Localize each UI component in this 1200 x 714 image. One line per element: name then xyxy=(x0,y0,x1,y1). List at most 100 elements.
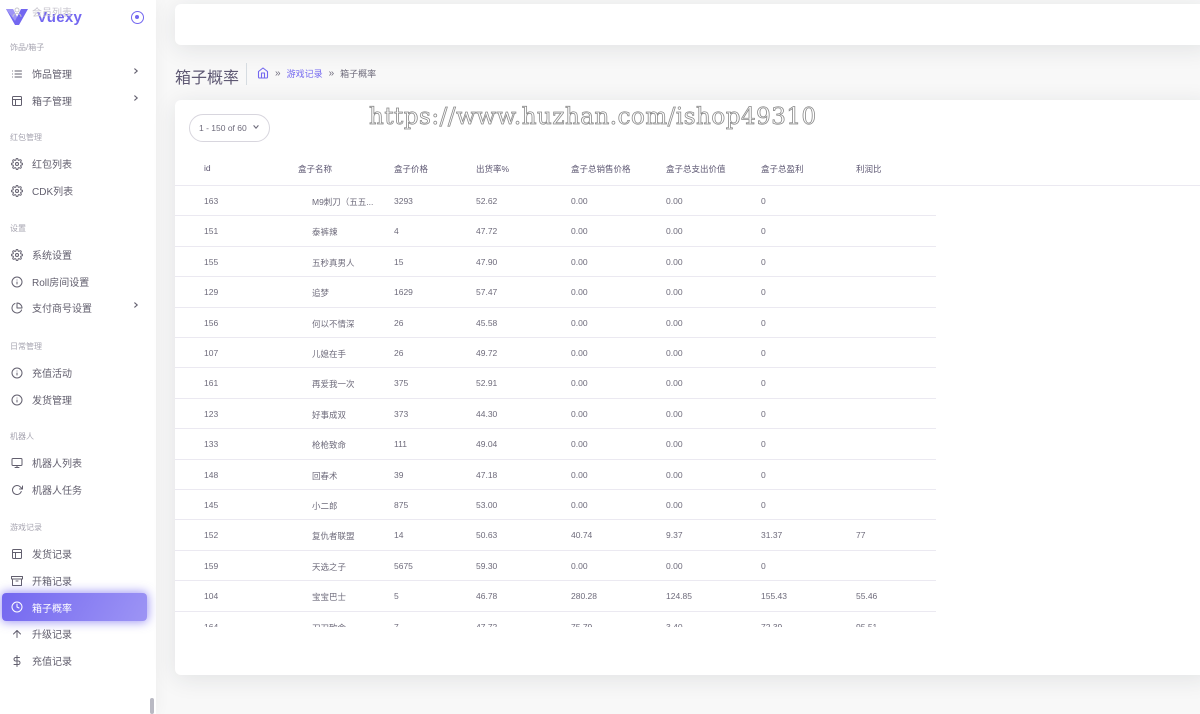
table-cell: 77 xyxy=(856,530,866,541)
table-row[interactable]: 159 天选之子 5675 59.30 0.00 0.00 0 xyxy=(175,551,936,582)
table-cell: 0 xyxy=(761,408,766,419)
info-icon xyxy=(10,275,24,289)
table-row[interactable]: 161 再爱我一次 375 52.91 0.00 0.00 0 xyxy=(175,368,936,399)
title-divider xyxy=(246,63,247,85)
page-title: 箱子概率 xyxy=(175,70,240,87)
info-icon xyxy=(10,366,24,380)
sidebar-item[interactable]: 会员列表 xyxy=(0,0,148,25)
column-header[interactable]: 盒子总盈利 xyxy=(761,163,804,175)
sidebar-item[interactable]: 红包列表 xyxy=(0,150,148,177)
table-cell: 0.00 xyxy=(571,500,588,510)
clock-icon xyxy=(10,600,24,614)
table-cell: 0.00 xyxy=(571,469,588,480)
table-cell: 0.00 xyxy=(666,196,683,206)
dollar-icon xyxy=(10,654,24,668)
table-row[interactable]: 163 M9刺刀（五五... 3293 52.62 0.00 0.00 0 xyxy=(175,186,936,217)
monitor-icon xyxy=(10,456,24,470)
chevron-right-icon xyxy=(132,67,140,78)
breadcrumb-link[interactable]: 游戏记录 xyxy=(287,67,323,80)
table-row[interactable]: 148 回春术 39 47.18 0.00 0.00 0 xyxy=(175,460,936,490)
table-cell: 26 xyxy=(394,348,404,358)
sidebar-scrollbar[interactable] xyxy=(150,698,154,714)
sidebar-item[interactable]: 箱子管理 xyxy=(0,87,148,114)
table-row[interactable]: 155 五秒真男人 15 47.90 0.00 0.00 0 xyxy=(175,247,936,278)
table-cell: 5 xyxy=(394,591,399,602)
archive-icon xyxy=(10,574,24,588)
column-header[interactable]: 盒子总支出价值 xyxy=(666,163,726,175)
table-cell: 9.37 xyxy=(666,530,683,541)
sidebar-item-label: 发货记录 xyxy=(32,550,72,561)
sidebar-section-header: 机器人 xyxy=(10,432,34,441)
table-cell: 1629 xyxy=(394,287,413,298)
table-cell: 3293 xyxy=(394,196,413,206)
sidebar-item[interactable]: 充值活动 xyxy=(0,359,148,386)
table-cell: 151 xyxy=(204,226,219,237)
table-cell: 泰裤辣 xyxy=(312,227,338,238)
table-cell: 47.18 xyxy=(476,469,498,480)
column-header[interactable]: 出货率% xyxy=(476,163,509,175)
sidebar-item[interactable]: 充值记录 xyxy=(0,647,148,674)
table-row[interactable]: 123 好事成双 373 44.30 0.00 0.00 0 xyxy=(175,399,936,430)
gear-icon xyxy=(10,248,24,262)
sidebar-item[interactable]: CDK列表 xyxy=(0,177,148,204)
table-row[interactable]: 133 枪枪致命 111 49.04 0.00 0.00 0 xyxy=(175,429,936,460)
table-row[interactable]: 129 追梦 1629 57.47 0.00 0.00 0 xyxy=(175,277,936,308)
sidebar-item[interactable]: 箱子概率 xyxy=(2,593,147,621)
chevron-down-icon xyxy=(252,123,260,133)
table-row[interactable]: 145 小二郎 875 53.00 0.00 0.00 0 xyxy=(175,490,936,521)
sidebar-item[interactable]: 升级记录 xyxy=(0,620,148,647)
column-header[interactable]: 盒子价格 xyxy=(394,163,428,175)
table-cell: 宝宝巴士 xyxy=(312,592,347,603)
table-cell: 0.00 xyxy=(666,378,683,389)
table-row[interactable]: 107 儿媳在手 26 49.72 0.00 0.00 0 xyxy=(175,338,936,369)
table-cell: 0.00 xyxy=(571,408,588,419)
user-icon xyxy=(10,5,24,19)
sidebar-item[interactable]: 系统设置 xyxy=(0,241,148,268)
sidebar-item[interactable]: 机器人列表 xyxy=(0,449,148,476)
table-cell: 72.39 xyxy=(761,621,783,627)
table-cell: 0.00 xyxy=(666,226,683,237)
table-row[interactable]: 104 宝宝巴士 5 46.78 280.28 124.85 155.43 55.46 xyxy=(175,581,936,612)
sidebar-section-header: 设置 xyxy=(10,224,26,233)
pagination-select[interactable]: 1 - 150 of 60 xyxy=(189,114,270,142)
sidebar-item[interactable]: Roll房间设置 xyxy=(0,268,148,295)
table-body: 163 M9刺刀（五五... 3293 52.62 0.00 0.00 0 151 泰裤辣 4 47… xyxy=(175,186,936,627)
table-cell: 373 xyxy=(394,408,409,419)
sidebar-item-label: 升级记录 xyxy=(32,630,72,641)
sidebar-item[interactable]: 饰品管理 xyxy=(0,60,148,87)
sidebar-item[interactable]: 发货记录 xyxy=(0,540,148,567)
table-cell: 31.37 xyxy=(761,530,783,541)
column-header[interactable]: 盒子总销售价格 xyxy=(571,163,631,175)
info-icon xyxy=(10,393,24,407)
sidebar-item-label: 支付商号设置 xyxy=(32,304,92,315)
sidebar-item[interactable]: 发货管理 xyxy=(0,386,148,413)
sidebar-item[interactable]: 开箱记录 xyxy=(0,567,148,594)
chevron-right-icon xyxy=(132,301,140,312)
home-icon[interactable] xyxy=(257,67,269,79)
table-cell: 104 xyxy=(204,591,219,602)
sidebar-item[interactable]: 机器人任务 xyxy=(0,476,148,503)
sidebar-item-label: 箱子管理 xyxy=(32,97,72,108)
table-row[interactable]: 156 何以不情深 26 45.58 0.00 0.00 0 xyxy=(175,308,936,338)
table-cell: 145 xyxy=(204,500,219,510)
table-cell: 0.00 xyxy=(666,317,683,328)
pie-chart-icon xyxy=(10,301,24,315)
table-cell: 163 xyxy=(204,196,219,206)
table-cell: 45.58 xyxy=(476,317,498,328)
table-row[interactable]: 152 复仇者联盟 14 50.63 40.74 9.37 31.37 77 xyxy=(175,520,936,551)
column-header[interactable]: 利润比 xyxy=(856,163,882,175)
table-row[interactable]: 151 泰裤辣 4 47.72 0.00 0.00 0 xyxy=(175,216,936,247)
table-cell: 47.72 xyxy=(476,621,498,627)
table-cell: 124.85 xyxy=(666,591,692,602)
column-header[interactable]: 盒子名称 xyxy=(298,163,332,175)
table-row[interactable]: 164 刀刀致命 7 47.72 75.79 3.40 72.39 95.51 xyxy=(175,612,936,627)
sidebar-item-label: 机器人任务 xyxy=(32,486,82,497)
table-cell: 0.00 xyxy=(666,439,683,450)
table-cell: 何以不情深 xyxy=(312,318,355,329)
table-cell: 47.90 xyxy=(476,256,498,267)
table-cell: 0.00 xyxy=(666,256,683,267)
column-header[interactable]: id xyxy=(204,163,211,173)
sidebar-item-label: 会员列表 xyxy=(32,8,72,19)
sidebar-item[interactable]: 支付商号设置 xyxy=(0,294,148,321)
table-cell: 0 xyxy=(761,287,766,298)
